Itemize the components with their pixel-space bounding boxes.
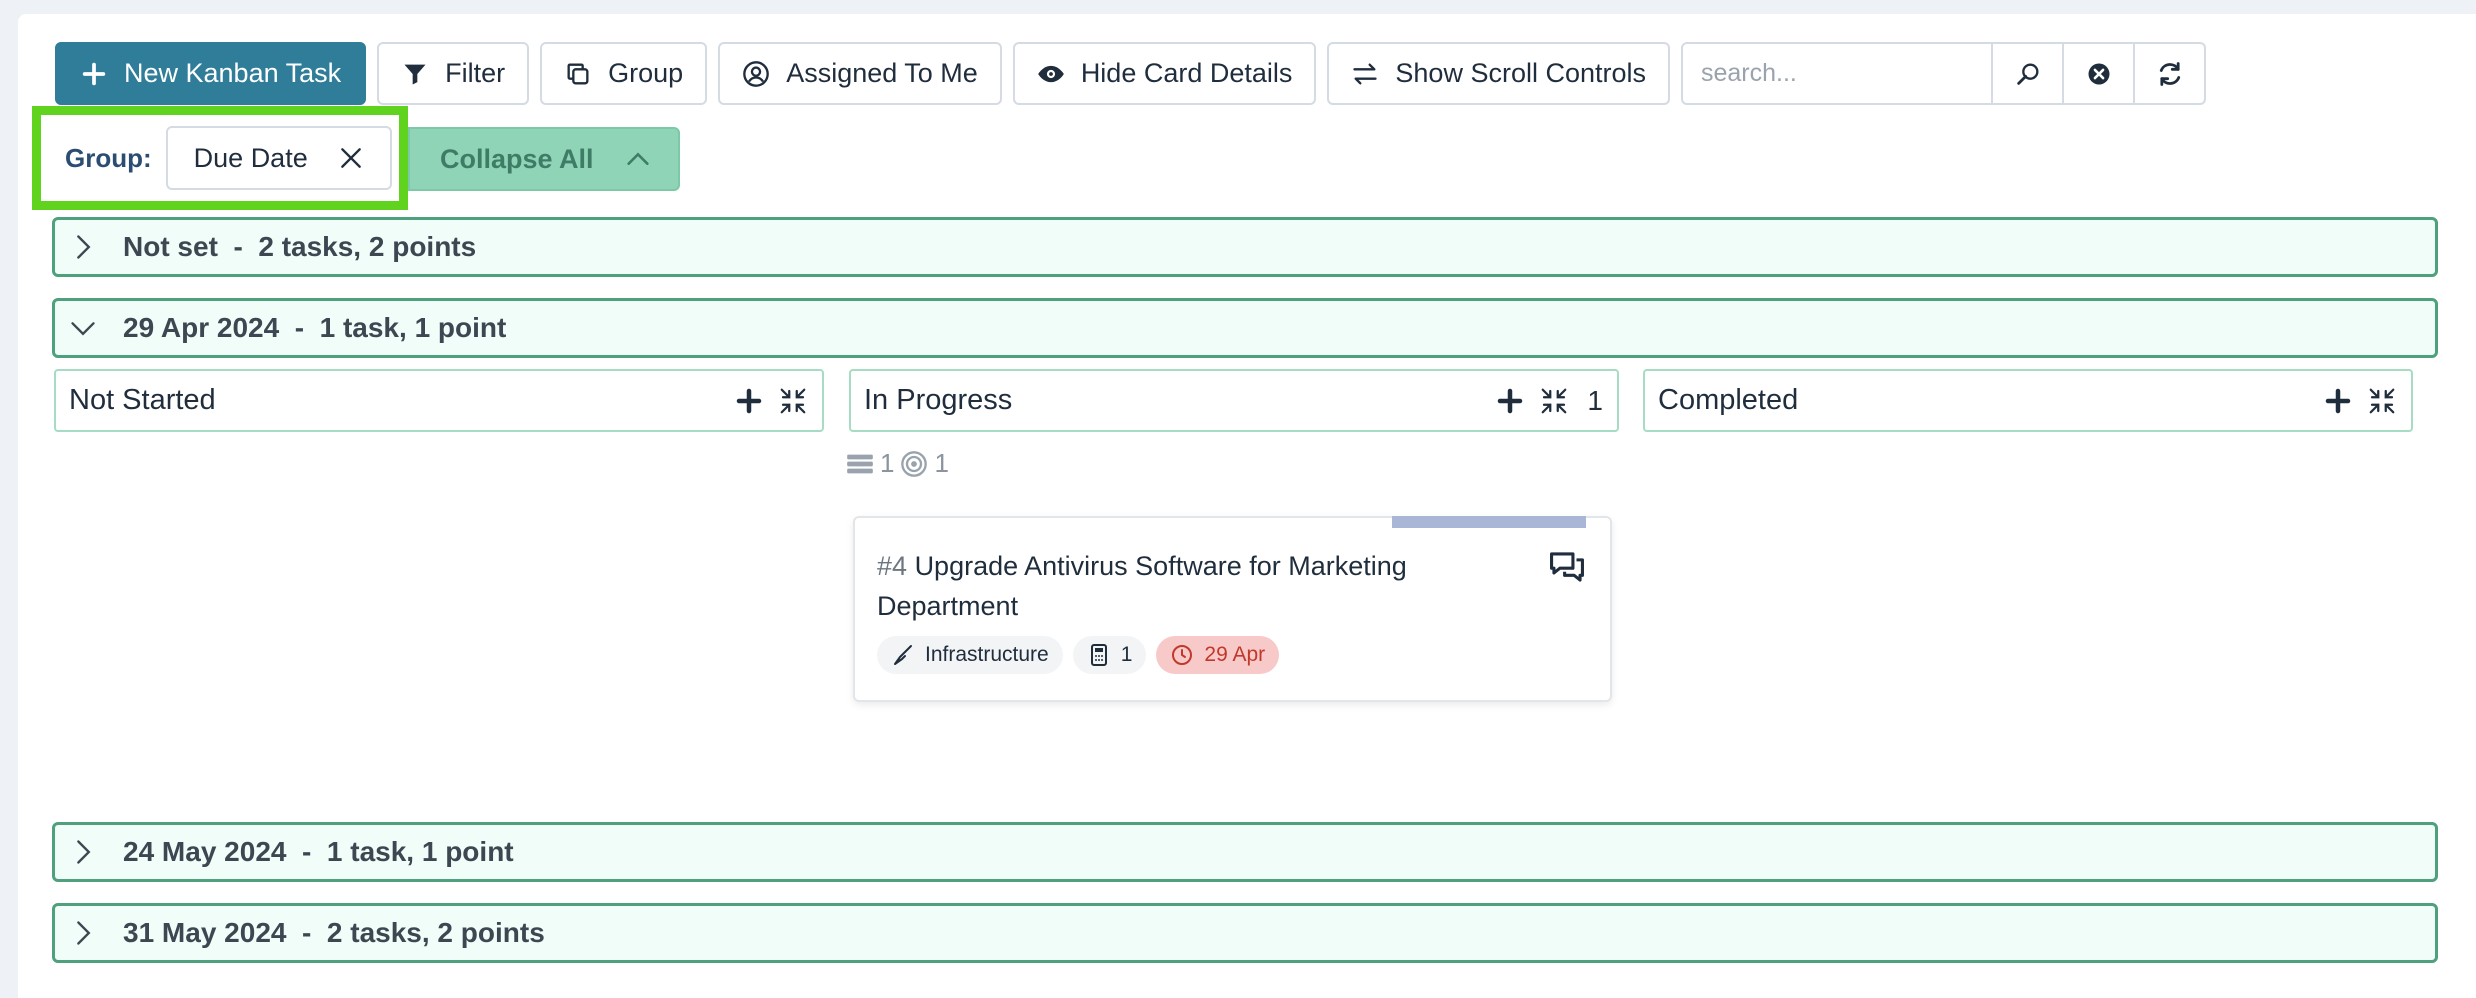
assigned-to-me-button[interactable]: Assigned To Me: [718, 42, 1002, 105]
column-title: Completed: [1658, 384, 1799, 416]
close-icon[interactable]: [338, 145, 364, 171]
chevron-right-icon: [77, 921, 91, 945]
group-header-29-apr-2024[interactable]: 29 Apr 2024 - 1 task, 1 point: [52, 298, 2438, 358]
card-number: #4: [877, 551, 908, 581]
toolbar: New Kanban Task Filter Group Assigned To…: [55, 42, 2206, 105]
column-title: Not Started: [69, 384, 216, 416]
column-controls: [2323, 386, 2411, 416]
hide-card-details-button[interactable]: Hide Card Details: [1012, 42, 1317, 105]
close-circle-icon: [2088, 63, 2109, 84]
search-button[interactable]: [1993, 42, 2064, 105]
assigned-to-me-label: Assigned To Me: [786, 58, 978, 88]
due-date-value: 29 Apr: [1204, 643, 1266, 666]
column-controls: [734, 386, 822, 416]
chevron-up-icon: [626, 152, 649, 165]
brush-icon: [894, 645, 912, 665]
target-icon: [901, 450, 928, 477]
group-header-31-may-2024[interactable]: 31 May 2024 - 2 tasks, 2 points: [52, 903, 2438, 963]
group-filter-highlight: Group: Due Date: [32, 106, 408, 210]
chevron-right-icon: [77, 235, 91, 259]
column-header-in-progress: In Progress 1: [849, 369, 1619, 432]
column-task-count: 1: [1587, 384, 1603, 416]
collapse-all-label: Collapse All: [440, 143, 594, 174]
plus-icon: [82, 62, 106, 85]
column-header-completed: Completed: [1643, 369, 2413, 432]
chevron-down-icon: [71, 322, 95, 336]
clock-icon: [1172, 645, 1193, 665]
category-tag: Infrastructure: [877, 636, 1063, 674]
stats-task-count: 1: [880, 448, 895, 478]
group-button[interactable]: Group: [540, 42, 708, 105]
points-tag: 1: [1072, 636, 1147, 674]
hide-card-details-label: Hide Card Details: [1080, 58, 1293, 88]
collapse-all-button[interactable]: Collapse All: [408, 127, 680, 191]
new-kanban-task-label: New Kanban Task: [124, 58, 342, 88]
show-scroll-controls-label: Show Scroll Controls: [1395, 58, 1646, 88]
calculator-icon: [1090, 644, 1107, 666]
copy-icon: [567, 63, 589, 85]
group-header-24-may-2024[interactable]: 24 May 2024 - 1 task, 1 point: [52, 822, 2438, 882]
column-stats: 1 1: [846, 448, 949, 479]
add-task-icon[interactable]: [734, 386, 764, 416]
filter-button[interactable]: Filter: [377, 42, 530, 105]
compress-icon[interactable]: [2367, 386, 2397, 416]
card-title-text: Upgrade Antivirus Software for Marketing…: [877, 551, 1407, 621]
tasks-stack-icon: [847, 454, 873, 473]
group-header-title: 29 Apr 2024 - 1 task, 1 point: [123, 312, 507, 343]
task-card[interactable]: #4 Upgrade Antivirus Software for Market…: [853, 516, 1612, 702]
category-label: Infrastructure: [925, 643, 1049, 666]
group-header-title: 31 May 2024 - 2 tasks, 2 points: [123, 917, 545, 948]
add-task-icon[interactable]: [1495, 386, 1525, 416]
filter-label: Filter: [445, 58, 506, 88]
card-tags: Infrastructure 1 29 Apr: [877, 636, 1280, 674]
user-circle-icon: [743, 60, 770, 87]
chevron-right-icon: [77, 840, 91, 864]
stats-points: 1: [934, 448, 949, 478]
group-header-title: Not set - 2 tasks, 2 points: [123, 231, 477, 262]
new-kanban-task-button[interactable]: New Kanban Task: [55, 42, 367, 105]
column-title: In Progress: [864, 384, 1013, 416]
compress-icon[interactable]: [778, 386, 808, 416]
group-filter-chip[interactable]: Due Date: [165, 126, 392, 190]
refresh-button[interactable]: [2135, 42, 2206, 105]
search-input[interactable]: [1681, 42, 1993, 105]
group-label-text: Group: [608, 58, 684, 88]
comments-icon[interactable]: [1548, 550, 1586, 584]
refresh-icon: [2159, 61, 2180, 86]
points-value: 1: [1120, 643, 1133, 666]
column-header-not-started: Not Started: [54, 369, 824, 432]
filter-icon: [404, 64, 426, 84]
eye-icon: [1037, 65, 1064, 82]
group-header-title: 24 May 2024 - 1 task, 1 point: [123, 836, 514, 867]
card-accent-bar: [1392, 516, 1586, 528]
group-filter-value: Due Date: [193, 142, 308, 173]
column-controls: 1: [1495, 385, 1617, 417]
add-task-icon[interactable]: [2323, 386, 2353, 416]
group-filter-label: Group:: [65, 142, 152, 173]
compress-icon[interactable]: [1539, 386, 1569, 416]
show-scroll-controls-button[interactable]: Show Scroll Controls: [1327, 42, 1670, 105]
clear-search-button[interactable]: [2064, 42, 2135, 105]
search-icon: [2016, 63, 2038, 85]
due-date-tag: 29 Apr: [1156, 636, 1280, 674]
arrows-exchange-icon: [1353, 63, 1378, 85]
search-group: [1681, 42, 2206, 105]
card-title[interactable]: #4 Upgrade Antivirus Software for Market…: [877, 546, 1497, 626]
group-header-not-set[interactable]: Not set - 2 tasks, 2 points: [52, 217, 2438, 277]
